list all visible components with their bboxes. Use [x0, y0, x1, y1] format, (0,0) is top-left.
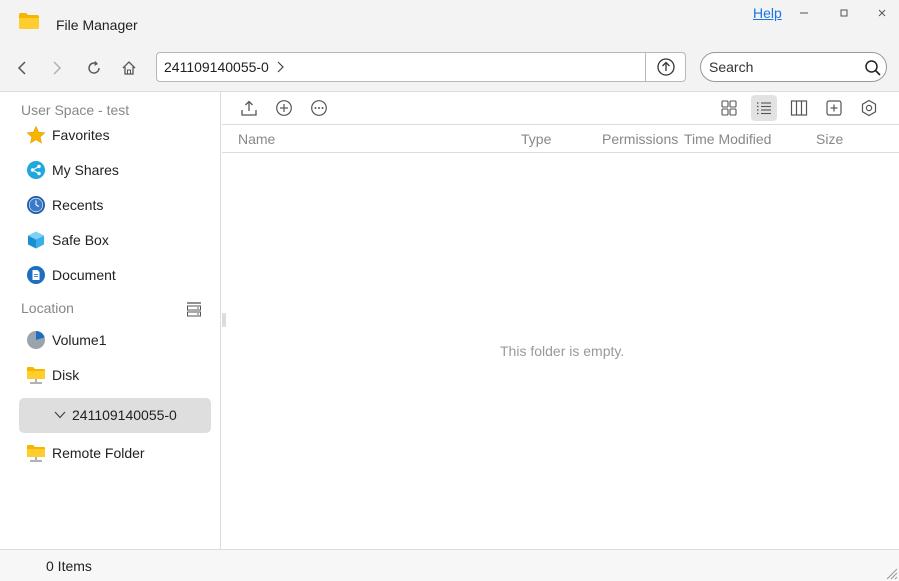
sidebar-item-recents[interactable]: Recents — [25, 192, 103, 218]
more-icon[interactable] — [309, 98, 329, 118]
sidebar-item-document[interactable]: Document — [25, 262, 116, 288]
close-icon[interactable] — [872, 6, 892, 20]
star-icon — [25, 124, 47, 146]
network-folder-icon — [25, 442, 47, 464]
column-header: Name Type Permissions Time Modified Size — [222, 126, 899, 153]
clock-icon — [25, 194, 47, 216]
home-icon[interactable] — [118, 57, 140, 79]
sidebar-item-label: My Shares — [52, 162, 119, 178]
column-permissions[interactable]: Permissions — [602, 131, 678, 147]
column-time-modified[interactable]: Time Modified — [684, 131, 771, 147]
search-box — [700, 52, 887, 82]
new-item-icon[interactable] — [824, 98, 844, 118]
storage-manage-icon[interactable] — [186, 301, 202, 317]
settings-icon[interactable] — [859, 98, 879, 118]
location-label: Location — [21, 300, 74, 316]
network-folder-icon — [25, 364, 47, 386]
back-icon[interactable] — [11, 57, 33, 79]
navigation-bar: 241109140055-0 — [0, 47, 899, 92]
sidebar-item-safe-box[interactable]: Safe Box — [25, 227, 109, 253]
add-circle-icon[interactable] — [274, 98, 294, 118]
parent-folder-button[interactable] — [645, 53, 685, 81]
column-type[interactable]: Type — [521, 131, 551, 147]
sidebar-item-label: Disk — [52, 367, 80, 383]
minimize-icon[interactable] — [794, 6, 814, 20]
app-title: File Manager — [56, 17, 138, 33]
user-space-label: User Space - test — [21, 102, 130, 118]
splitter-handle[interactable] — [221, 312, 227, 328]
sidebar-item-label: Recents — [52, 197, 104, 213]
resize-grip-icon[interactable] — [884, 566, 898, 580]
sidebar-item-remote-folder[interactable]: Remote Folder — [25, 440, 145, 466]
refresh-icon[interactable] — [83, 57, 105, 79]
search-input[interactable] — [709, 58, 859, 76]
folder-icon — [19, 13, 39, 29]
empty-folder-message: This folder is empty. — [500, 343, 625, 359]
content-toolbar — [222, 92, 899, 125]
sidebar-item-my-shares[interactable]: My Shares — [25, 157, 119, 183]
column-view-icon[interactable] — [789, 98, 809, 118]
sidebar-item-label: Document — [52, 267, 116, 283]
list-view-icon[interactable] — [751, 95, 777, 121]
path-breadcrumb[interactable]: 241109140055-0 — [156, 52, 686, 82]
pie-disk-icon — [25, 329, 47, 351]
sidebar-item-label: Favorites — [52, 127, 110, 143]
sidebar-item-label: Volume1 — [52, 332, 107, 348]
sidebar-item-label: Remote Folder — [52, 445, 145, 461]
path-segment[interactable]: 241109140055-0 — [157, 59, 269, 75]
cube-icon — [25, 229, 47, 251]
column-size[interactable]: Size — [816, 131, 843, 147]
sidebar: User Space - test Favorites My Shares Re… — [0, 92, 221, 549]
column-name[interactable]: Name — [238, 131, 275, 147]
sidebar-item-disk[interactable]: Disk — [25, 362, 79, 388]
forward-icon[interactable] — [46, 57, 68, 79]
title-bar: File Manager Help — [0, 0, 899, 47]
sidebar-item-volume1[interactable]: Volume1 — [25, 327, 106, 353]
document-icon — [25, 264, 47, 286]
up-arrow-circle-icon — [656, 58, 675, 76]
chevron-down-icon[interactable] — [54, 410, 66, 420]
chevron-right-icon — [277, 61, 284, 73]
share-icon — [25, 159, 47, 181]
search-icon[interactable] — [864, 59, 882, 77]
maximize-icon[interactable] — [834, 6, 854, 20]
sidebar-item-favorites[interactable]: Favorites — [25, 122, 110, 148]
sidebar-item-label: Safe Box — [52, 232, 109, 248]
device-label: 241109140055-0 — [72, 407, 177, 423]
status-bar: 0 Items — [0, 549, 899, 581]
upload-icon[interactable] — [239, 98, 259, 118]
help-link[interactable]: Help — [753, 5, 782, 21]
items-count: 0 Items — [46, 558, 92, 574]
grid-view-icon[interactable] — [719, 98, 739, 118]
